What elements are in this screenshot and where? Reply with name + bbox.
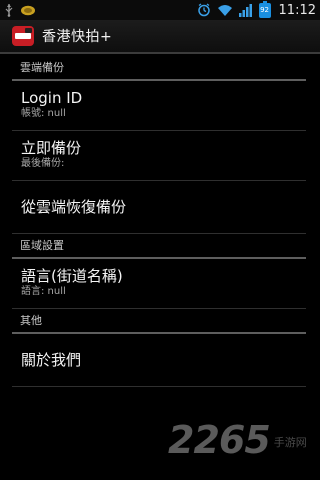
pref-about-us[interactable]: 關於我們 [12,334,306,387]
app-logo-icon[interactable] [12,26,34,46]
battery-icon: 92 [258,0,271,18]
status-bar-right: 92 11:12 [197,0,316,18]
pref-summary: 最後備份: [21,158,65,169]
watermark: 2265 手游网 [168,418,307,462]
pref-title: 關於我們 [21,351,82,369]
watermark-number: 2265 [168,418,271,462]
pref-restore-backup[interactable]: 從雲端恢復備份 [12,181,306,234]
pref-summary: 語言: null [21,286,66,297]
status-bar-left [4,3,36,17]
section-header-other: 其他 [12,309,306,334]
pref-title: 立即備份 [21,139,82,157]
alarm-icon [197,3,211,17]
signal-icon [238,3,253,17]
title-bar: 香港快拍+ [0,20,320,54]
pref-login-id[interactable]: Login ID 帳號: null [12,81,306,131]
clock: 11:12 [278,2,316,18]
app-title: 香港快拍+ [42,29,113,45]
pref-title: Login ID [21,89,83,107]
pref-backup-now[interactable]: 立即備份 最後備份: [12,131,306,181]
usb-icon [4,3,14,17]
status-bar: 92 11:12 [0,0,320,20]
preferences-list: 雲端備份 Login ID 帳號: null 立即備份 最後備份: 從雲端恢復備… [12,56,306,387]
section-header-region-settings: 區域設置 [12,234,306,259]
pref-title: 從雲端恢復備份 [21,198,127,216]
wifi-icon [217,4,233,17]
pref-summary: 帳號: null [21,108,66,119]
pref-language[interactable]: 語言(街道名稱) 語言: null [12,259,306,309]
watermark-text: 手游网 [273,436,307,449]
notification-icon [20,5,36,16]
battery-level: 92 [260,6,269,14]
pref-title: 語言(街道名稱) [21,267,123,285]
section-header-cloud-backup: 雲端備份 [12,56,306,81]
